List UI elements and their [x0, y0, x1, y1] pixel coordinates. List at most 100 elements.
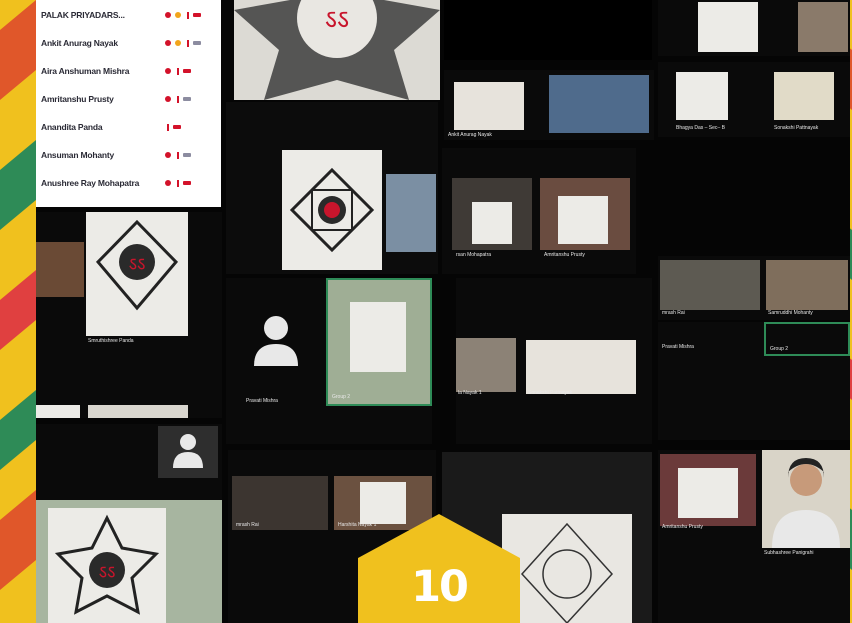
video-tile: la Nayak 1 Sonakshi Pattnayak [456, 278, 652, 444]
artwork-sheet [698, 2, 758, 52]
camera-off-icon[interactable] [183, 181, 191, 185]
camera-icon[interactable] [183, 97, 191, 101]
mic-muted-icon[interactable] [165, 180, 171, 186]
video-tile: Pravati Mishra Group 2 [226, 278, 432, 444]
camera-icon[interactable] [193, 41, 201, 45]
video-tile [226, 102, 438, 274]
participant-name: Amritanshu Prusty [41, 94, 114, 104]
participant-video [549, 75, 649, 133]
video-tile [158, 426, 218, 478]
participant-name: Ansuman Mohanty [41, 150, 115, 160]
participant-tile-label: mrash Rai [662, 310, 685, 316]
participant-video [386, 174, 436, 252]
svg-text:ऽऽ: ऽऽ [325, 5, 349, 35]
participant-name: Anushree Ray Mohapatra [41, 178, 140, 188]
raised-hand-icon [175, 12, 181, 18]
participant-tile-label: Ankit Anurag Nayak [448, 132, 492, 138]
video-tile: ऽऽ [36, 424, 222, 623]
user-avatar-icon [254, 316, 298, 366]
participant-tile-label: Amritanshu Prusty [544, 252, 585, 258]
participant-tile-label: Bhagya Das – Sec– B [676, 125, 725, 131]
participant-name: Anandita Panda [41, 122, 103, 132]
artwork-sheet [678, 468, 738, 518]
participant-row[interactable]: Anandita Panda [41, 115, 221, 139]
mic-muted-icon[interactable] [165, 152, 171, 158]
camera-off-icon[interactable] [183, 69, 191, 73]
participant-tile-label: Smruthishree Panda [88, 338, 134, 344]
video-tile [658, 0, 850, 56]
page-number: 10 [411, 562, 469, 612]
participant-row[interactable]: Ansuman Mohanty [41, 143, 221, 167]
active-speaker-tile: Group 2 [764, 322, 850, 356]
svg-text:ऽऽ: ऽऽ [129, 254, 146, 275]
left-stripe-decoration [0, 0, 36, 623]
artwork-sheet [526, 340, 636, 394]
artwork-sheet: ऽऽ [86, 212, 188, 336]
participant-row[interactable]: PALAK PRIYADARS... [41, 3, 221, 27]
mic-muted-icon[interactable] [165, 68, 171, 74]
artwork-sheet [502, 514, 632, 623]
participant-video [36, 242, 84, 297]
mic-muted-icon[interactable] [165, 40, 171, 46]
participant-video [456, 338, 516, 392]
participant-tile-label: Group 2 [332, 394, 351, 400]
artwork-sheet [36, 405, 80, 418]
camera-off-icon[interactable] [193, 13, 201, 17]
svg-text:ऽऽ: ऽऽ [99, 562, 116, 583]
artwork-sheet [558, 196, 608, 244]
participant-video [660, 260, 760, 310]
participant-name: Aira Anshuman Mishra [41, 66, 130, 76]
camera-icon[interactable] [183, 153, 191, 157]
participant-tile-label: Subhashree Panigrahi [764, 550, 814, 556]
participant-tile-label: Amritanshu Prusty [662, 524, 703, 530]
participant-tile-label: mrash Rai [236, 522, 259, 528]
participant-video [766, 260, 848, 310]
participant-row[interactable]: Amritanshu Prusty [41, 87, 221, 111]
audio-level-icon [187, 39, 189, 47]
participant-row[interactable]: Anushree Ray Mohapatra [41, 171, 221, 195]
audio-level-icon [167, 123, 169, 131]
participants-panel: PALAK PRIYADARS... Ankit Anurag Nayak Ai… [36, 0, 221, 207]
participant-tile-label: rsan Mohapatra [456, 252, 492, 258]
video-tile: Ankit Anurag Nayak [444, 70, 654, 140]
artwork-sheet [88, 405, 188, 418]
participant-video: ऽऽ [36, 500, 222, 623]
empty-video-tile [444, 0, 652, 60]
mandala-artwork-photo: ऽऽ [234, 0, 440, 100]
video-tile: rsan Mohapatra Amritanshu Prusty [442, 148, 636, 274]
participant-video [798, 2, 848, 52]
artwork-sheet [472, 202, 512, 244]
participant-tile-label: Sonakshi Pattnayak [774, 125, 819, 131]
active-speaker-tile: Group 2 [326, 278, 432, 406]
audio-level-icon [177, 67, 179, 75]
participant-row[interactable]: Aira Anshuman Mishra [41, 59, 221, 83]
participant-tile-label: Pravati Mishra [662, 344, 694, 350]
video-tile: Bhagya Das – Sec– B Sonakshi Pattnayak [658, 62, 850, 137]
artwork-sheet [350, 302, 406, 372]
mic-muted-icon[interactable] [165, 12, 171, 18]
page-number-badge: 10 [358, 514, 520, 623]
audio-level-icon [177, 179, 179, 187]
participant-video [762, 450, 850, 548]
participant-tile-label: Group 2 [770, 346, 789, 352]
artwork-sheet [676, 72, 728, 120]
video-tile: Amritanshu Prusty Subhashree Panigrahi [658, 450, 850, 623]
participant-row[interactable]: Ankit Anurag Nayak [41, 31, 221, 55]
artwork-sheet [282, 150, 382, 270]
audio-level-icon [177, 151, 179, 159]
participant-tile-label: Pravati Mishra [246, 398, 278, 404]
audio-level-icon [187, 11, 189, 19]
artwork-sheet [454, 82, 524, 130]
mic-muted-icon[interactable] [165, 96, 171, 102]
participant-tile-label: Sonakshi Pattnayak [528, 390, 573, 396]
artwork-sheet [774, 72, 834, 120]
camera-off-icon[interactable] [173, 125, 181, 129]
participant-name: Ankit Anurag Nayak [41, 38, 118, 48]
video-tile: ऽऽ Smruthishree Panda [36, 212, 222, 418]
user-avatar-icon [173, 434, 203, 468]
participant-tile-label: la Nayak 1 [458, 390, 482, 396]
raised-hand-icon [175, 40, 181, 46]
participant-tile-label: Samruddhi Mohanty [768, 310, 813, 316]
participant-name: PALAK PRIYADARS... [41, 10, 125, 20]
video-tile: mrash Rai Samruddhi Mohanty [658, 256, 850, 320]
